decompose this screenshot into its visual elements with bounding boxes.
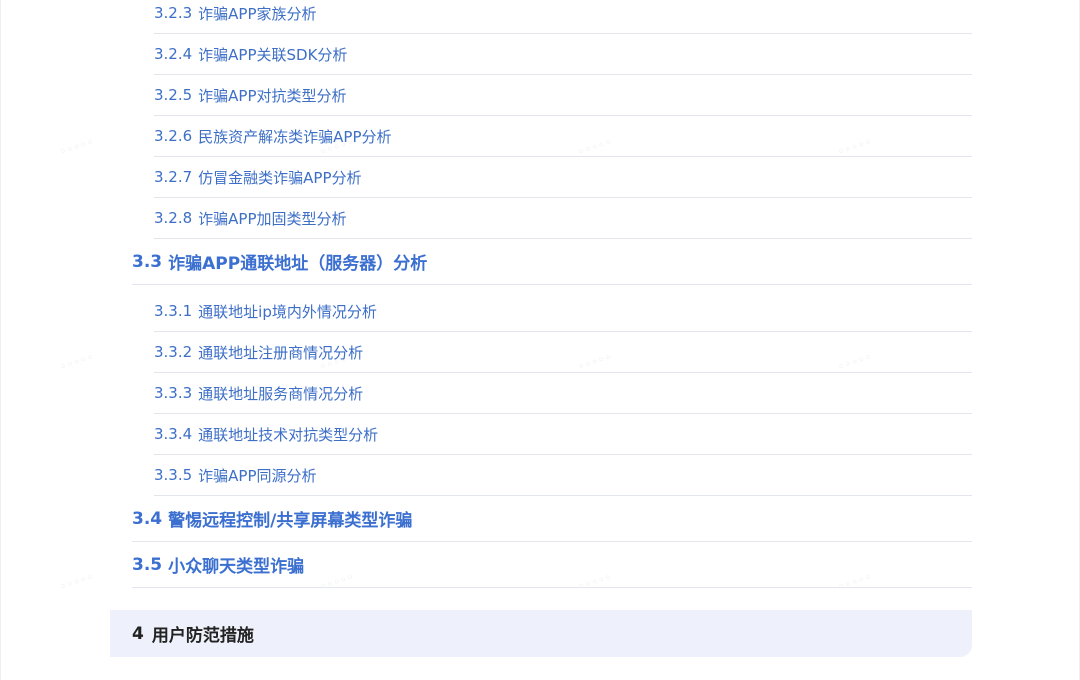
toc-section-label: 诈骗APP通联地址（服务器）分析 [168,254,428,274]
toc-item-3-2-5[interactable]: 3.2.5 诈骗APP对抗类型分析 [154,75,972,116]
toc-section-3-4[interactable]: 3.4 警惕远程控制/共享屏幕类型诈骗 [132,496,972,542]
toc-item-label: 通联地址注册商情况分析 [198,343,364,362]
toc-item-number: 3.3.5 [154,466,193,484]
toc-chapter-number: 4 [132,623,144,644]
toc-item-label: 诈骗APP加固类型分析 [198,209,347,228]
toc-item-label: 通联地址ip境内外情况分析 [198,302,377,321]
toc-section-number: 3.3 [132,251,163,272]
toc-item-number: 3.2.3 [154,4,193,22]
toc-item-label: 诈骗APP关联SDK分析 [198,45,348,64]
toc-item-3-3-5[interactable]: 3.3.5 诈骗APP同源分析 [154,455,972,496]
toc-item-3-2-8[interactable]: 3.2.8 诈骗APP加固类型分析 [154,198,972,239]
toc-section-label: 小众聊天类型诈骗 [168,557,305,577]
toc-item-3-3-1[interactable]: 3.3.1 通联地址ip境内外情况分析 [154,291,972,332]
toc-item-number: 3.2.5 [154,86,193,104]
toc-section-3-3[interactable]: 3.3 诈骗APP通联地址（服务器）分析 [132,239,972,285]
toc-item-label: 通联地址技术对抗类型分析 [198,425,379,444]
document-page: ◦◦◦◦◦ ◦◦◦◦◦ ◦◦◦◦◦ ◦◦◦◦◦ ◦◦◦◦◦ ◦◦◦◦◦ ◦◦◦◦… [0,0,1080,680]
toc-chapter-label: 用户防范措施 [151,626,254,646]
toc-item-number: 3.2.8 [154,209,193,227]
toc-section-number: 3.4 [132,508,163,529]
watermark: ◦◦◦◦◦ [57,349,96,375]
toc-item-3-3-4[interactable]: 3.3.4 通联地址技术对抗类型分析 [154,414,972,455]
toc-item-3-2-7[interactable]: 3.2.7 仿冒金融类诈骗APP分析 [154,157,972,198]
toc-item-label: 诈骗APP同源分析 [198,466,317,485]
toc-section-label: 警惕远程控制/共享屏幕类型诈骗 [168,511,413,531]
toc-item-number: 3.3.2 [154,343,193,361]
toc-section-number: 3.5 [132,554,163,575]
toc-section-3-5[interactable]: 3.5 小众聊天类型诈骗 [132,542,972,588]
toc-item-3-3-3[interactable]: 3.3.3 通联地址服务商情况分析 [154,373,972,414]
toc-item-number: 3.3.3 [154,384,193,402]
toc-item-label: 诈骗APP对抗类型分析 [198,86,347,105]
watermark: ◦◦◦◦◦ [57,134,96,160]
toc-item-label: 仿冒金融类诈骗APP分析 [198,168,362,187]
toc-item-3-3-2[interactable]: 3.3.2 通联地址注册商情况分析 [154,332,972,373]
toc-item-number: 3.2.4 [154,45,193,63]
toc-item-number: 3.2.7 [154,168,193,186]
toc-item-label: 民族资产解冻类诈骗APP分析 [198,127,392,146]
toc-item-3-2-3[interactable]: 3.2.3 诈骗APP家族分析 [154,0,972,34]
toc-item-label: 诈骗APP家族分析 [198,4,317,23]
toc-item-number: 3.3.4 [154,425,193,443]
toc-item-label: 通联地址服务商情况分析 [198,384,364,403]
toc-item-3-2-4[interactable]: 3.2.4 诈骗APP关联SDK分析 [154,34,972,75]
toc-item-3-2-6[interactable]: 3.2.6 民族资产解冻类诈骗APP分析 [154,116,972,157]
toc-chapter-4[interactable]: 4 用户防范措施 [110,610,972,657]
toc-item-number: 3.2.6 [154,127,193,145]
watermark: ◦◦◦◦◦ [57,569,96,595]
toc-item-number: 3.3.1 [154,302,193,320]
